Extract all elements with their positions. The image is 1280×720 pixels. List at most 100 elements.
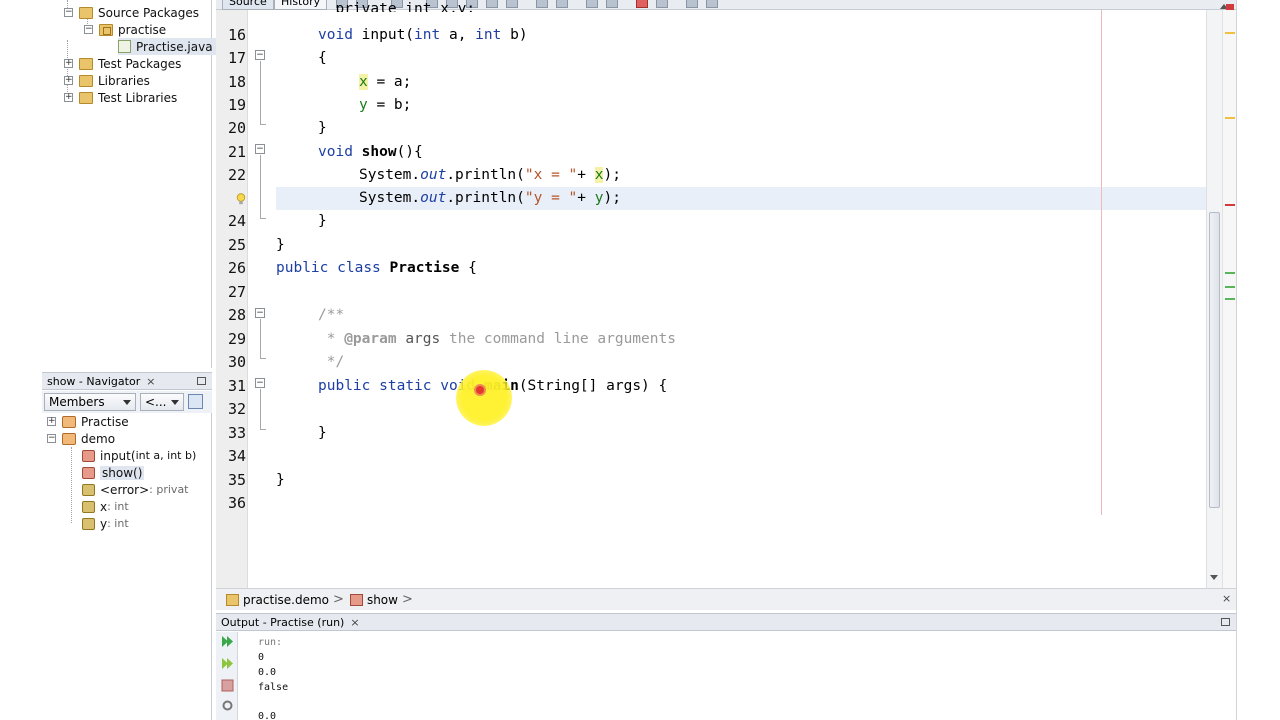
- code-line-23[interactable]: System.out.println("y = "+ y);: [359, 187, 621, 210]
- code-line-29[interactable]: * @param args the command line arguments: [318, 328, 676, 351]
- record-macro-icon[interactable]: [636, 0, 648, 8]
- nav-item-x[interactable]: x : int: [82, 498, 129, 515]
- code-line-22[interactable]: System.out.println("x = "+ x);: [359, 164, 621, 187]
- occurrence-marker[interactable]: [1225, 298, 1235, 300]
- collapse-icon[interactable]: −: [64, 8, 73, 17]
- nav-item-input[interactable]: input(int a, int b): [82, 447, 196, 464]
- line-number: 30: [227, 353, 246, 371]
- line-number: 32: [227, 400, 246, 418]
- fold-toggle[interactable]: −: [255, 308, 265, 318]
- fold-toggle[interactable]: −: [255, 50, 265, 60]
- breadcrumb-item[interactable]: practise.demo: [243, 593, 329, 607]
- chevron-right-icon: >: [401, 592, 413, 607]
- minimize-icon[interactable]: [1221, 618, 1230, 626]
- diff-icon[interactable]: [686, 0, 698, 8]
- breadcrumb-item[interactable]: show: [367, 593, 398, 607]
- code-line-26[interactable]: public class Practise {: [276, 257, 477, 280]
- error-marker-icon[interactable]: [1226, 4, 1234, 10]
- collapse-icon[interactable]: −: [47, 434, 56, 443]
- comment-icon[interactable]: [586, 0, 598, 8]
- line-number: 29: [227, 330, 246, 348]
- stop-macro-icon[interactable]: [656, 0, 668, 8]
- code-line-21[interactable]: void show(){: [318, 141, 423, 164]
- code-line-25[interactable]: }: [276, 234, 285, 257]
- rerun-icon[interactable]: [221, 635, 234, 648]
- close-icon[interactable]: ×: [350, 616, 359, 629]
- close-icon[interactable]: ×: [1222, 592, 1231, 605]
- tree-item-libraries[interactable]: + Libraries: [64, 72, 150, 89]
- scrollbar-thumb[interactable]: [1209, 212, 1220, 508]
- code-line-30[interactable]: */: [318, 351, 344, 374]
- field-icon: [82, 517, 95, 530]
- tab-source[interactable]: Source: [222, 0, 274, 10]
- tree-item-source-packages[interactable]: − Source Packages: [64, 4, 199, 21]
- package-icon: [226, 593, 239, 606]
- output-console[interactable]: [239, 632, 1236, 720]
- chevron-down-icon: [171, 400, 179, 405]
- code-line-15[interactable]: private int x,y;: [318, 0, 475, 12]
- warning-marker[interactable]: [1225, 117, 1235, 119]
- expand-icon[interactable]: +: [64, 59, 73, 68]
- code-line-24[interactable]: }: [318, 210, 327, 233]
- lightbulb-hint-icon[interactable]: [236, 193, 246, 205]
- tree-item-test-packages[interactable]: + Test Packages: [64, 55, 181, 72]
- scroll-down-icon[interactable]: [1208, 572, 1220, 582]
- expand-icon[interactable]: +: [64, 93, 73, 102]
- members-select[interactable]: Members: [44, 393, 136, 411]
- sort-select[interactable]: <...: [140, 393, 184, 411]
- nav-item-y[interactable]: y : int: [82, 515, 129, 532]
- mouse-cursor-highlight: [456, 370, 512, 426]
- code-line-18[interactable]: x = a;: [359, 71, 411, 94]
- code-line-33[interactable]: }: [318, 422, 327, 445]
- output-title: Output - Practise (run): [221, 615, 345, 629]
- tree-item-practise-java[interactable]: Practise.java: [118, 38, 217, 55]
- stop-icon[interactable]: [221, 679, 234, 692]
- line-number: 35: [227, 471, 246, 489]
- close-icon[interactable]: ×: [146, 375, 155, 388]
- class-icon: [62, 432, 76, 445]
- code-line-20[interactable]: }: [318, 117, 327, 140]
- tree-item-label: Source Packages: [98, 5, 200, 20]
- line-number: 31: [227, 377, 246, 395]
- nav-item-practise[interactable]: + Practise: [47, 413, 129, 430]
- fold-toggle[interactable]: −: [255, 144, 265, 154]
- method-icon: [82, 466, 95, 479]
- error-marker[interactable]: [1225, 204, 1235, 206]
- method-icon: [349, 593, 363, 606]
- filter-icon[interactable]: [188, 394, 203, 409]
- code-line-17[interactable]: {: [318, 47, 327, 70]
- fold-toggle[interactable]: −: [255, 378, 265, 388]
- expand-icon[interactable]: +: [64, 76, 73, 85]
- nav-item-show[interactable]: show(): [82, 464, 145, 481]
- collapse-icon[interactable]: −: [84, 25, 93, 34]
- code-line-35[interactable]: }: [276, 469, 285, 492]
- code-line-28[interactable]: /**: [318, 304, 344, 327]
- tree-item-test-libraries[interactable]: + Test Libraries: [64, 89, 177, 106]
- occurrence-marker[interactable]: [1225, 286, 1235, 288]
- minimize-icon[interactable]: [197, 377, 206, 385]
- shift-right-icon[interactable]: [556, 0, 568, 8]
- code-line-16[interactable]: void input(int a, int b): [318, 24, 528, 47]
- diff-next-icon[interactable]: [706, 0, 718, 8]
- output-line: 0.0: [258, 667, 277, 678]
- line-number: 34: [227, 447, 246, 465]
- nav-item-error[interactable]: <error> : privat: [82, 481, 189, 498]
- occurrence-marker[interactable]: [1225, 272, 1235, 274]
- nav-item-demo[interactable]: − demo: [47, 430, 115, 447]
- toggle-bookmark-icon[interactable]: [506, 0, 518, 8]
- settings-icon[interactable]: [221, 699, 234, 712]
- line-number: 28: [227, 306, 246, 324]
- tree-item-practise-package[interactable]: − practise: [84, 21, 166, 38]
- folder-icon: [79, 57, 93, 70]
- line-number: 21: [227, 143, 246, 161]
- toggle-highlight-icon[interactable]: [486, 0, 498, 8]
- uncomment-icon[interactable]: [606, 0, 618, 8]
- rerun-with-params-icon[interactable]: [221, 657, 234, 670]
- output-header[interactable]: Output - Practise (run) ×: [216, 613, 1236, 631]
- expand-icon[interactable]: +: [47, 417, 56, 426]
- warning-marker[interactable]: [1225, 32, 1235, 34]
- shift-left-icon[interactable]: [536, 0, 548, 8]
- code-line-19[interactable]: y = b;: [359, 94, 411, 117]
- navigator-header[interactable]: show - Navigator ×: [42, 372, 212, 390]
- output-line: false: [258, 682, 289, 693]
